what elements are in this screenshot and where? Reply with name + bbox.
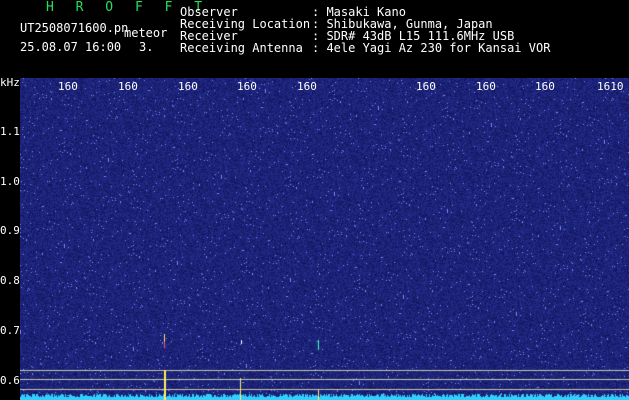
field-value-antenna: : 4ele Yagi Az 230 for Kansai VOR <box>312 41 551 55</box>
x-tick-label: 160 <box>297 80 317 93</box>
y-tick-label: 0.7 <box>0 324 20 337</box>
filename-label: UT2508071600.pn <box>20 21 129 35</box>
y-tick-label: 0.8 <box>0 274 20 287</box>
x-tick-label: 160 <box>118 80 138 93</box>
y-tick-label: 0.9 <box>0 224 20 237</box>
y-unit-label: kHz <box>0 76 20 89</box>
x-tick-label: 160 <box>476 80 496 93</box>
datetime-label: 25.08.07 16:00 <box>20 40 122 54</box>
y-tick-label: 0.6 <box>0 374 20 387</box>
y-tick-label: 1.1 <box>0 125 20 138</box>
x-tick-label: 160 <box>535 80 555 93</box>
x-tick-label: 160 <box>237 80 257 93</box>
x-tick-label: 160 <box>178 80 198 93</box>
x-tick-label: 1610 <box>597 80 624 93</box>
spectrogram-canvas <box>20 78 629 400</box>
x-tick-label: 160 <box>58 80 78 93</box>
y-tick-label: 1.0 <box>0 175 20 188</box>
hrofft-window: H R O F F T UT2508071600.pn meteor 25.08… <box>0 0 629 400</box>
count-label: 3. <box>139 40 154 54</box>
field-label-antenna: Receiving Antenna <box>180 41 303 55</box>
mode-label: meteor <box>124 26 168 40</box>
x-tick-label: 160 <box>416 80 436 93</box>
